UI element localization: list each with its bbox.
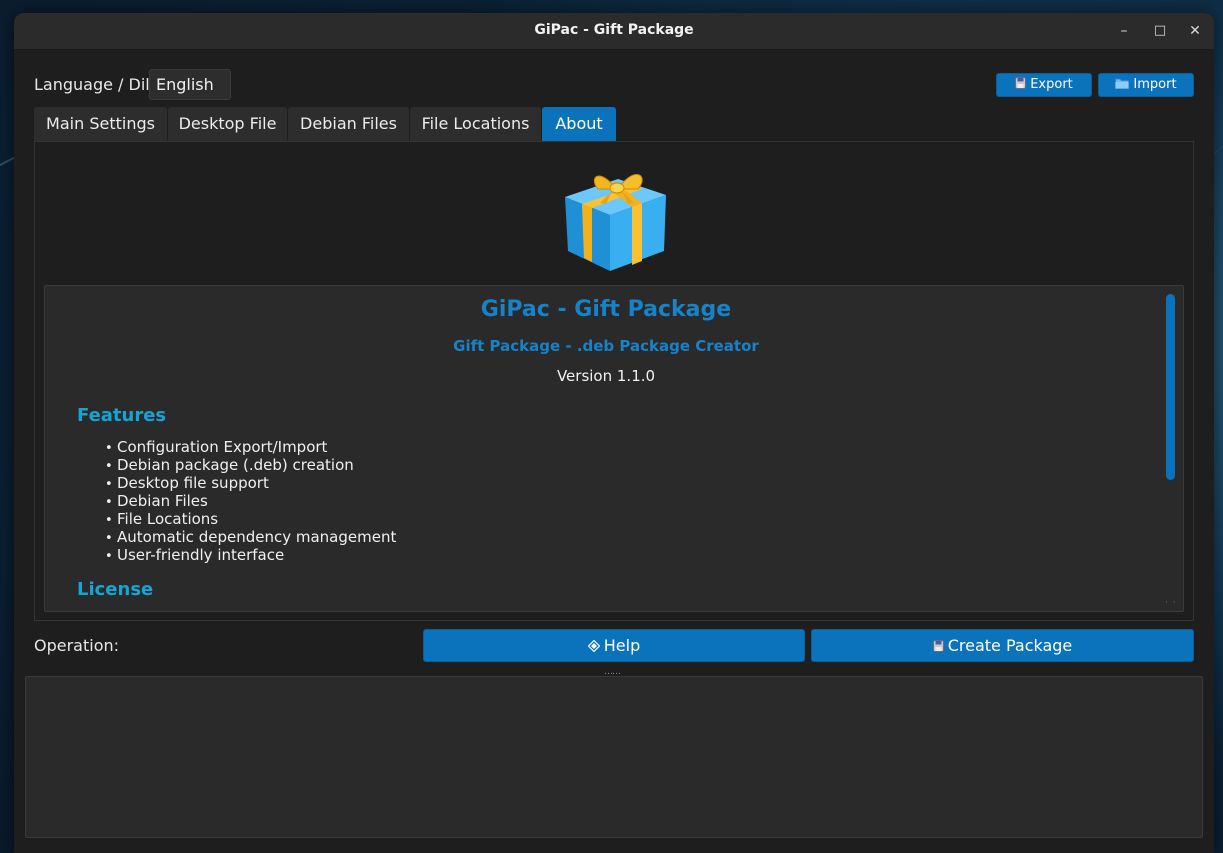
create-package-button[interactable]: Create Package <box>811 629 1194 662</box>
create-package-label: Create Package <box>947 636 1073 655</box>
scrollbar-thumb[interactable] <box>1166 294 1175 480</box>
list-item: • Debian Files <box>105 492 208 510</box>
list-item: • Configuration Export/Import <box>105 438 328 456</box>
license-heading: License <box>77 579 154 600</box>
help-diamond-icon <box>587 631 601 653</box>
help-button[interactable]: Help <box>423 629 805 662</box>
tab-desktop-file[interactable]: Desktop File <box>168 107 287 141</box>
import-label: Import <box>1133 77 1177 92</box>
import-button[interactable]: Import <box>1098 73 1194 97</box>
title-bar[interactable]: GiPac - Gift Package – □ ✕ <box>14 13 1214 50</box>
features-list: • Configuration Export/Import • Debian pac… <box>105 438 396 564</box>
list-item: • User-friendly interface <box>105 546 285 564</box>
about-app-title: GiPac - Gift Package <box>480 297 732 322</box>
about-subtitle: Gift Package - .deb Package Creator <box>453 337 759 355</box>
list-item: • File Locations <box>105 510 219 528</box>
floppy-disk-icon <box>1015 75 1027 89</box>
operation-label: Operation: <box>34 636 120 655</box>
gift-box-icon <box>560 159 670 274</box>
tab-about[interactable]: About <box>542 107 616 141</box>
window-title: GiPac - Gift Package <box>534 22 694 38</box>
tab-file-locations[interactable]: File Locations <box>410 107 541 141</box>
app-window: GiPac - Gift Package – □ ✕ Language / Di… <box>14 13 1214 853</box>
about-version: Version 1.1.0 <box>556 367 656 385</box>
about-text-panel[interactable]: GiPac - Gift Package Gift Package - .deb… <box>44 285 1184 612</box>
list-item: • Debian package (.deb) creation <box>105 456 354 474</box>
tab-debian-files[interactable]: Debian Files <box>288 107 409 141</box>
minimize-button[interactable]: – <box>1113 20 1135 42</box>
language-select[interactable]: English <box>149 69 231 100</box>
tab-main-settings[interactable]: Main Settings <box>34 107 167 141</box>
maximize-button[interactable]: □ <box>1149 20 1171 42</box>
folder-icon <box>1115 75 1130 89</box>
language-label: Language / Dil <box>34 75 150 94</box>
export-button[interactable]: Export <box>996 73 1092 97</box>
about-tab-panel: GiPac - Gift Package Gift Package - .deb… <box>34 141 1194 621</box>
features-heading: Features <box>77 405 167 426</box>
close-button[interactable]: ✕ <box>1184 20 1206 42</box>
export-label: Export <box>1030 77 1073 92</box>
list-item: • Automatic dependency management <box>105 528 397 546</box>
list-item: • Desktop file support <box>105 474 269 492</box>
floppy-disk-icon <box>932 631 944 652</box>
resize-grip[interactable]: · · <box>1165 598 1177 608</box>
output-log-area[interactable] <box>25 676 1203 838</box>
help-label: Help <box>603 636 641 655</box>
